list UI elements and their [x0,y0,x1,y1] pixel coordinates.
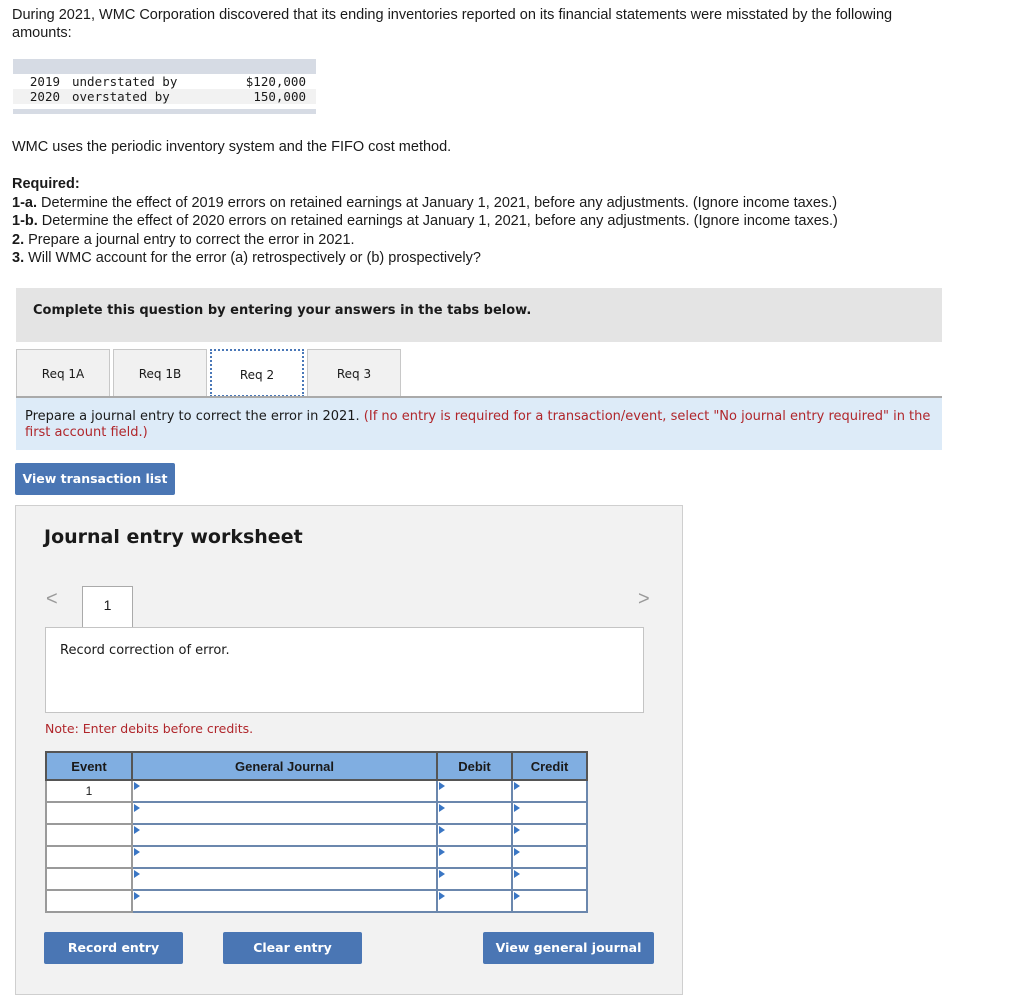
journal-entry-worksheet: Journal entry worksheet < 1 > Record cor… [15,505,683,995]
tab-req-1a[interactable]: Req 1A [16,349,110,396]
tab-req-2[interactable]: Req 2 [210,349,304,397]
record-entry-button[interactable]: Record entry [44,932,183,964]
required-heading: Required: [12,176,80,192]
table-row [45,867,588,891]
debit-input[interactable] [436,779,513,803]
event-cell [45,801,133,825]
credit-input[interactable] [511,845,588,869]
account-select[interactable] [131,779,438,803]
table-row: 1 [45,779,588,803]
table-row [45,801,588,825]
tab-req-3[interactable]: Req 3 [307,349,401,396]
event-cell [45,867,133,891]
required-item: 3. Will WMC account for the error (a) re… [12,250,481,266]
instruction-panel: Prepare a journal entry to correct the e… [16,398,942,450]
view-general-journal-button[interactable]: View general journal [483,932,654,964]
account-select[interactable] [131,889,438,913]
method-statement: WMC uses the periodic inventory system a… [12,139,452,155]
description: understated by [72,74,178,89]
event-cell [45,823,133,847]
event-cell [45,889,133,913]
year: 2019 [29,74,60,89]
column-header-credit: Credit [511,751,588,781]
table-footer-band [13,109,316,114]
required-section: Required: 1-a. Determine the effect of 2… [12,175,838,268]
complete-banner: Complete this question by entering your … [16,288,942,342]
description: overstated by [72,89,170,104]
credit-input[interactable] [511,779,588,803]
entry-page-tab[interactable]: 1 [82,586,133,629]
table-row [45,889,588,913]
amount: $120,000 [245,74,306,89]
required-item: 1-b. Determine the effect of 2020 errors… [12,213,838,229]
table-row [45,823,588,847]
account-select[interactable] [131,845,438,869]
requirement-tabs: Req 1A Req 1B Req 2 Req 3 [16,349,404,397]
credit-input[interactable] [511,889,588,913]
misstatement-table: 2019 understated by $120,000 2020 overst… [13,59,316,114]
general-journal-table: Event General Journal Debit Credit 1 [45,751,588,913]
worksheet-title: Journal entry worksheet [44,526,303,548]
clear-entry-button[interactable]: Clear entry [223,932,362,964]
table-row: 2019 understated by $120,000 [13,74,316,89]
required-item: 1-a. Determine the effect of 2019 errors… [12,194,838,211]
required-item: 2. Prepare a journal entry to correct th… [12,231,355,248]
chevron-left-icon[interactable]: < [46,588,58,611]
debit-input[interactable] [436,801,513,825]
instruction-text: Prepare a journal entry to correct the e… [25,409,364,424]
amount: 150,000 [253,89,306,104]
debit-input[interactable] [436,823,513,847]
credit-input[interactable] [511,823,588,847]
column-header-general-journal: General Journal [131,751,438,781]
event-cell [45,845,133,869]
debit-credit-note: Note: Enter debits before credits. [45,721,254,736]
tab-req-1b[interactable]: Req 1B [113,349,207,396]
column-header-event: Event [45,751,133,781]
account-select[interactable] [131,801,438,825]
view-transaction-list-button[interactable]: View transaction list [15,463,175,495]
event-cell: 1 [45,779,133,803]
credit-input[interactable] [511,801,588,825]
chevron-right-icon[interactable]: > [638,588,650,611]
debit-input[interactable] [436,845,513,869]
debit-input[interactable] [436,867,513,891]
table-row [45,845,588,869]
entry-description: Record correction of error. [45,627,644,713]
table-header-band [13,59,316,74]
debit-input[interactable] [436,889,513,913]
credit-input[interactable] [511,867,588,891]
account-select[interactable] [131,867,438,891]
account-select[interactable] [131,823,438,847]
table-row: 2020 overstated by 150,000 [13,89,316,104]
problem-intro: During 2021, WMC Corporation discovered … [12,7,893,41]
column-header-debit: Debit [436,751,513,781]
year: 2020 [29,89,60,104]
